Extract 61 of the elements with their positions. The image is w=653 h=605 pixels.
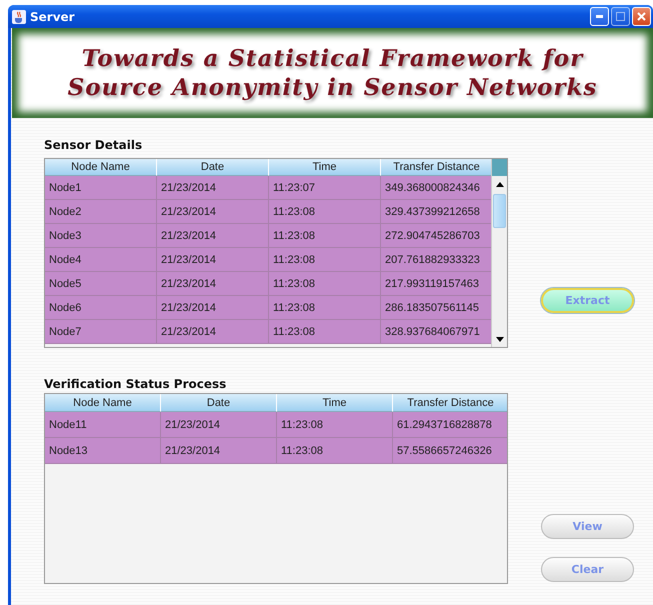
maximize-icon (616, 12, 625, 21)
table-cell: 21/23/2014 (157, 224, 269, 248)
table-cell: Node5 (45, 272, 157, 296)
column-header[interactable]: Transfer Distance (381, 159, 491, 176)
minimize-icon (596, 15, 603, 18)
banner-heading: Source Anonymity in Sensor Networks (68, 74, 598, 101)
column-header[interactable]: Date (157, 159, 269, 176)
table-cell: 21/23/2014 (157, 320, 269, 344)
table-cell: Node6 (45, 296, 157, 320)
table-cell: Node1 (45, 176, 157, 200)
table-cell: 217.993119157463 (381, 272, 491, 296)
table-cell: 11:23:08 (269, 200, 381, 224)
table-cell: Node7 (45, 320, 157, 344)
column-header[interactable]: Time (277, 394, 393, 412)
scroll-up-icon[interactable] (496, 182, 504, 186)
table-corner (492, 159, 507, 176)
table-cell: 11:23:08 (269, 320, 381, 344)
scroll-thumb[interactable] (493, 194, 506, 228)
table-cell: 61.2943716828878 (393, 412, 507, 438)
maximize-button[interactable] (611, 7, 630, 26)
close-icon (637, 12, 646, 21)
table-cell: Node13 (45, 438, 161, 464)
table-cell: Node4 (45, 248, 157, 272)
scroll-down-icon[interactable] (496, 336, 504, 342)
column-header[interactable]: Time (269, 159, 381, 176)
table-cell: 21/23/2014 (161, 412, 277, 438)
table-cell: 21/23/2014 (157, 296, 269, 320)
column-header[interactable]: Date (161, 394, 277, 412)
column-header[interactable]: Node Name (45, 394, 161, 412)
table-cell: 272.904745286703 (381, 224, 491, 248)
section-title: Sensor Details (44, 138, 144, 154)
banner-heading: Towards a Statistical Framework for (82, 45, 584, 72)
scrollbar[interactable] (491, 159, 507, 347)
table-cell: 21/23/2014 (157, 176, 269, 200)
table-cell: 11:23:08 (277, 412, 393, 438)
table-cell: 21/23/2014 (157, 248, 269, 272)
window-title: Server (30, 10, 76, 24)
table-cell: 11:23:08 (269, 272, 381, 296)
table-cell: 11:23:08 (277, 438, 393, 464)
table-cell: 21/23/2014 (161, 438, 277, 464)
column-header[interactable]: Transfer Distance (393, 394, 507, 412)
table-cell: 57.5586657246326 (393, 438, 507, 464)
table-cell: Node2 (45, 200, 157, 224)
table-cell: Node11 (45, 412, 161, 438)
section-title: Verification Status Process (44, 377, 228, 393)
close-button[interactable] (632, 7, 651, 26)
table-cell: 207.761882933323 (381, 248, 491, 272)
table-cell: 21/23/2014 (157, 200, 269, 224)
table-cell: 21/23/2014 (157, 272, 269, 296)
table-cell: 11:23:08 (269, 296, 381, 320)
table-cell: 11:23:07 (269, 176, 381, 200)
table-cell: 328.937684067971 (381, 320, 491, 344)
minimize-button[interactable] (590, 7, 609, 26)
table-cell: 11:23:08 (269, 224, 381, 248)
java-cup-icon (12, 10, 26, 24)
table-cell: 11:23:08 (269, 248, 381, 272)
table-cell: Node3 (45, 224, 157, 248)
column-header[interactable]: Node Name (45, 159, 157, 176)
table-cell: 329.437399212658 (381, 200, 491, 224)
table-cell: 286.183507561145 (381, 296, 491, 320)
table-cell: 349.368000824346 (381, 176, 491, 200)
